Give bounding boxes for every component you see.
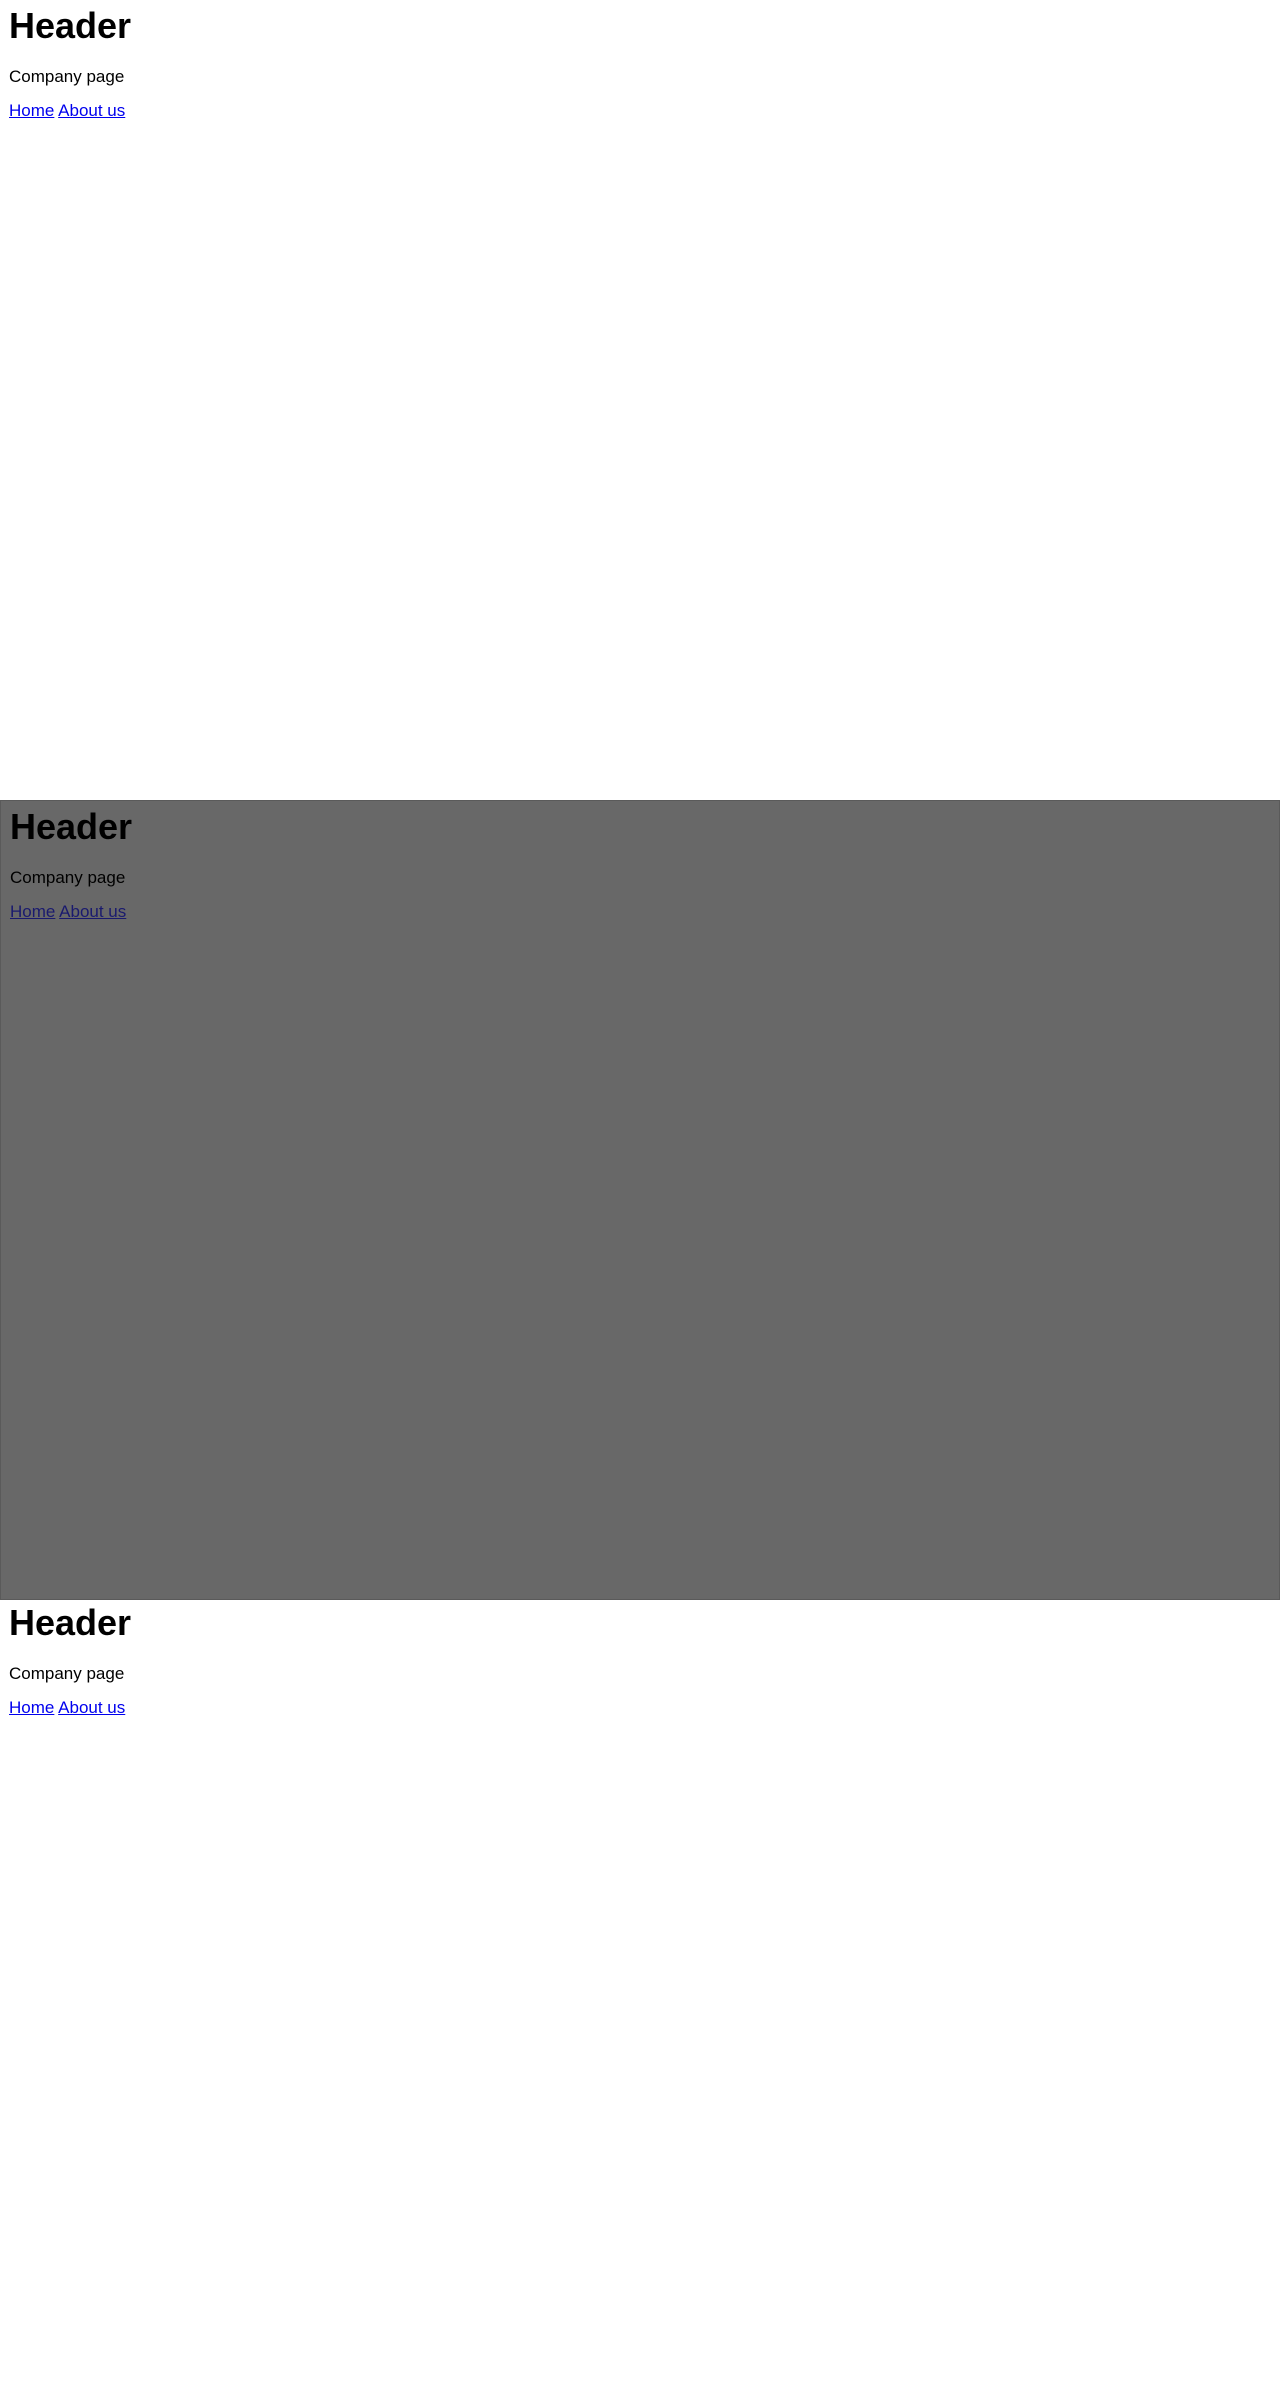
- nav-link-about[interactable]: About us: [58, 1698, 125, 1717]
- section-content: Header Company page Home About us: [9, 4, 131, 121]
- nav-link-home[interactable]: Home: [10, 902, 55, 921]
- nav-bar: Home About us: [10, 902, 132, 922]
- nav-link-home[interactable]: Home: [9, 101, 54, 120]
- section-2-overlay: Header Company page Home About us: [0, 800, 1280, 1600]
- nav-link-home[interactable]: Home: [9, 1698, 54, 1717]
- section-3: Header Company page Home About us: [0, 1600, 1280, 2400]
- nav-bar: Home About us: [9, 1698, 131, 1718]
- section-content: Header Company page Home About us: [10, 805, 132, 922]
- section-1: Header Company page Home About us: [0, 0, 1280, 800]
- nav-bar: Home About us: [9, 101, 131, 121]
- page-subtitle: Company page: [9, 67, 125, 86]
- nav-link-about[interactable]: About us: [59, 902, 126, 921]
- section-content: Header Company page Home About us: [9, 1601, 131, 1718]
- page-header: Header: [9, 1602, 132, 1643]
- page-header: Header: [10, 806, 133, 847]
- page: Header Company page Home About us Header…: [0, 0, 1280, 2400]
- page-subtitle: Company page: [10, 868, 126, 887]
- page-subtitle: Company page: [9, 1664, 125, 1683]
- page-header: Header: [9, 5, 132, 46]
- nav-link-about[interactable]: About us: [58, 101, 125, 120]
